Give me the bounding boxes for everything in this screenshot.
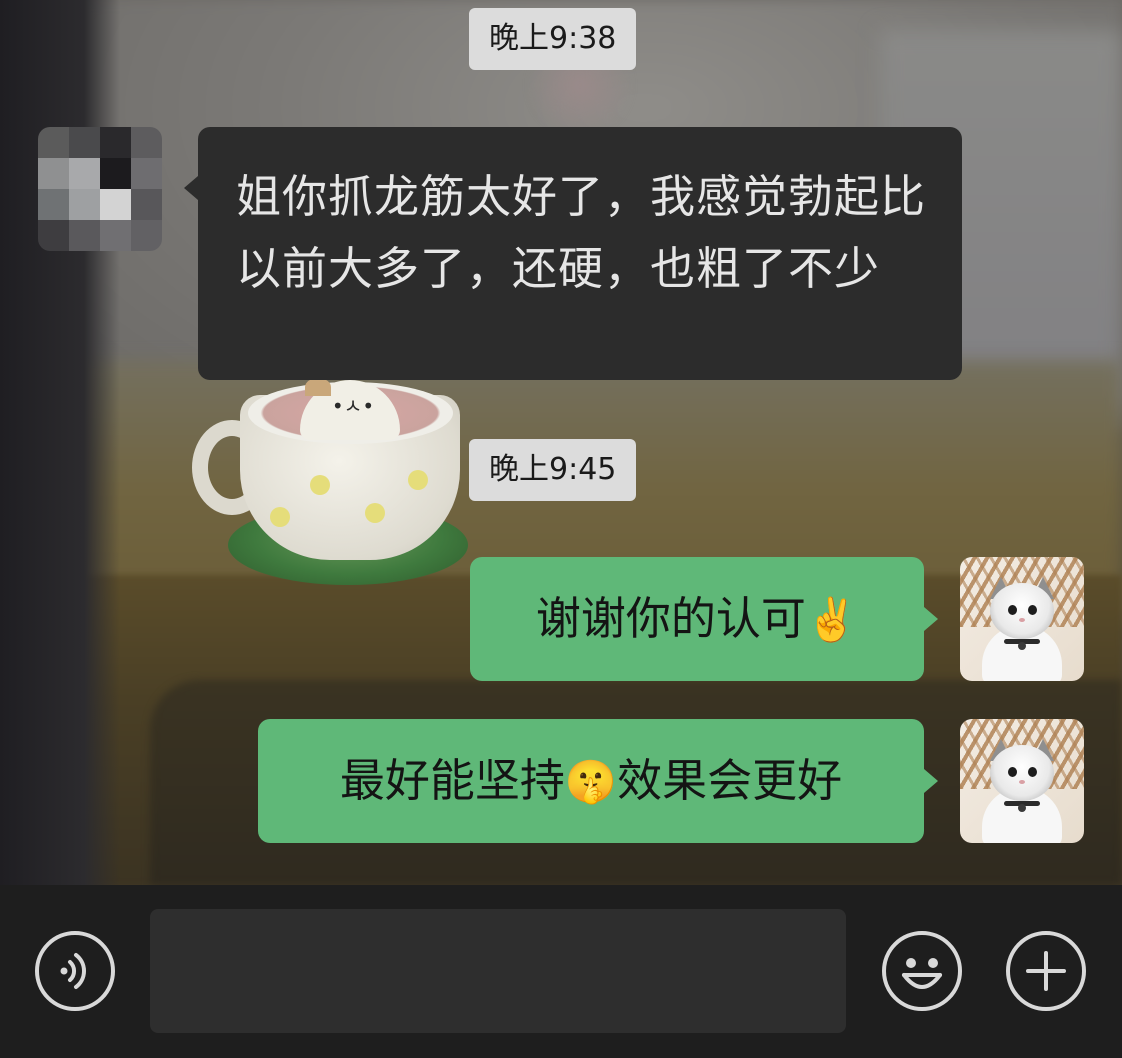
my-avatar[interactable] [960,719,1084,843]
determined-face-icon: 🤫 [564,757,618,806]
outgoing-message-text: 最好能坚持 [339,754,565,807]
cup-cat-face: •ㅅ• [331,394,375,418]
kitten-nose [1019,780,1025,784]
emoji-button[interactable] [880,929,964,1013]
chat-screen: •ㅅ• 晚上9:38 姐你抓龙筋太好了，我感觉勃起比以前大多了，还硬，也粗了不少… [0,0,1122,1058]
cup-dot [310,475,330,495]
kitten-bell [1018,642,1026,650]
bubble-tail [924,769,938,793]
plus-icon [1006,931,1086,1011]
kitten-bell [1018,804,1026,812]
incoming-message-text: 姐你抓龙筋太好了，我感觉勃起比以前大多了，还硬，也粗了不少 [236,170,927,295]
timestamp: 晚上9:45 [469,439,637,501]
kitten-head [990,745,1054,801]
my-avatar[interactable] [960,557,1084,681]
timestamp: 晚上9:38 [469,8,637,70]
more-options-button[interactable] [1004,929,1088,1013]
outgoing-message-bubble[interactable]: 最好能坚持🤫效果会更好 [258,719,924,843]
voice-input-icon [35,931,115,1011]
chat-input-bar [0,885,1122,1058]
outgoing-message-bubble[interactable]: 谢谢你的认可✌️ [470,557,924,681]
message-input[interactable] [150,909,846,1033]
voice-input-button[interactable] [33,929,117,1013]
outgoing-message-text: 效果会更好 [617,754,843,807]
kitten-eye [1028,605,1037,615]
outgoing-message-text: 谢谢你的认可 [535,592,806,645]
kitten-eye [1008,605,1017,615]
contact-avatar[interactable] [38,127,162,251]
emoji-face-icon [882,931,962,1011]
bubble-tail [184,176,198,200]
kitten-nose [1019,618,1025,622]
bubble-tail [924,607,938,631]
cup-dot [270,507,290,527]
kitten-eye [1008,767,1017,777]
kitten-head [990,583,1054,639]
cup-dot [408,470,428,490]
victory-hand-icon: ✌️ [805,595,859,644]
cup-dot [365,503,385,523]
incoming-message-bubble[interactable]: 姐你抓龙筋太好了，我感觉勃起比以前大多了，还硬，也粗了不少 [198,127,962,380]
kitten-eye [1028,767,1037,777]
